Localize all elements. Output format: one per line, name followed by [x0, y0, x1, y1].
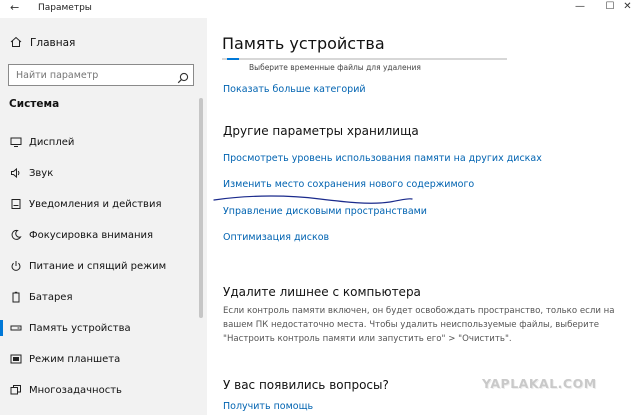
optimize-drives-link[interactable]: Оптимизация дисков: [223, 232, 329, 243]
storage-progress-track: [222, 58, 507, 60]
battery-icon: [10, 290, 22, 304]
sidebar-item-tablet-mode[interactable]: Режим планшета: [0, 348, 207, 370]
search-icon[interactable]: [177, 69, 189, 84]
sidebar-item-battery[interactable]: Батарея: [0, 286, 207, 308]
sidebar-item-storage[interactable]: Память устройства: [0, 317, 207, 339]
progress-caption: Выберите временные файлы для удаления: [249, 63, 421, 72]
main-content: Память устройства Выберите временные фай…: [207, 18, 640, 415]
sidebar-item-focus-assist[interactable]: Фокусировка внимания: [0, 224, 207, 246]
sidebar-item-sound[interactable]: Звук: [0, 162, 207, 184]
sidebar-item-power[interactable]: Питание и спящий режим: [0, 255, 207, 277]
view-other-drives-link[interactable]: Просмотреть уровень использования памяти…: [223, 153, 542, 164]
sidebar-item-label: Память устройства: [29, 322, 131, 334]
get-help-link[interactable]: Получить помощь: [223, 401, 313, 412]
window-title: Параметры: [38, 3, 92, 13]
sidebar-item-display[interactable]: Дисплей: [0, 131, 207, 153]
home-label: Главная: [30, 37, 76, 49]
sidebar-item-label: Питание и спящий режим: [29, 260, 167, 272]
sidebar-item-label: Фокусировка внимания: [29, 229, 154, 241]
questions-heading: У вас появились вопросы?: [223, 378, 389, 392]
free-up-heading: Удалите лишнее с компьютера: [223, 285, 421, 299]
manage-storage-spaces-link[interactable]: Управление дисковыми пространствами: [223, 206, 427, 217]
sound-icon: [10, 166, 22, 180]
back-button[interactable]: ←: [10, 1, 19, 14]
change-save-location-link[interactable]: Изменить место сохранения нового содержи…: [223, 179, 474, 190]
minimize-button[interactable]: —: [565, 0, 595, 16]
free-up-description: Если контроль памяти включен, он будет о…: [223, 306, 615, 344]
search-box[interactable]: [8, 64, 194, 86]
watermark: YAPLAKAL.COM: [482, 376, 597, 391]
sidebar-item-notifications[interactable]: Уведомления и действия: [0, 193, 207, 215]
sidebar-item-label: Звук: [29, 167, 54, 179]
search-input[interactable]: [16, 68, 166, 82]
sidebar-item-label: Уведомления и действия: [29, 198, 162, 210]
title-bar: ← Параметры — ☐ ✕: [0, 0, 640, 18]
close-button[interactable]: ✕: [615, 0, 640, 16]
home-nav-item[interactable]: Главная: [10, 33, 75, 53]
power-icon: [10, 259, 22, 273]
tablet-icon: [10, 352, 22, 366]
sidebar-item-multitasking[interactable]: Многозадачность: [0, 379, 207, 401]
storage-progress-fill: [227, 58, 239, 60]
sidebar: Главная Система Дисплей Звук Уведомления…: [0, 18, 207, 415]
storage-icon: [10, 321, 22, 335]
sidebar-item-label: Батарея: [29, 291, 73, 303]
home-icon: [10, 36, 22, 51]
notifications-icon: [10, 197, 22, 211]
sidebar-item-label: Режим планшета: [29, 353, 121, 365]
sidebar-item-label: Дисплей: [29, 136, 75, 148]
sidebar-item-label: Многозадачность: [29, 384, 122, 396]
display-icon: [10, 135, 22, 149]
sidebar-scrollbar[interactable]: [199, 98, 203, 318]
section-title: Система: [9, 98, 60, 110]
multitasking-icon: [10, 383, 22, 397]
page-title: Память устройства: [222, 34, 385, 53]
show-more-categories-link[interactable]: Показать больше категорий: [223, 84, 366, 95]
other-settings-heading: Другие параметры хранилища: [223, 124, 419, 138]
focus-assist-icon: [10, 228, 22, 242]
